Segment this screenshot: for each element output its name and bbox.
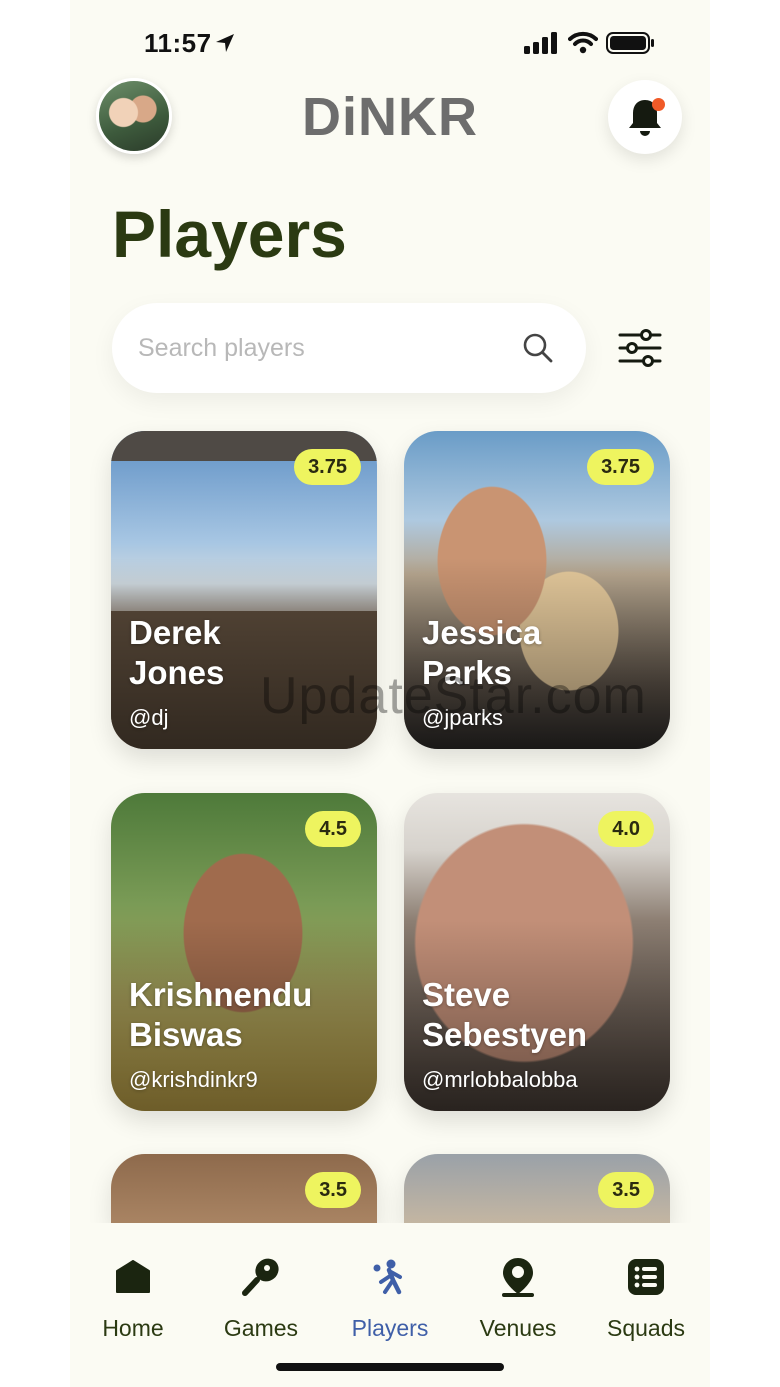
page-title: Players — [112, 197, 347, 271]
home-icon — [78, 1253, 188, 1301]
search-input[interactable] — [138, 325, 518, 371]
status-bar: 11:57 — [70, 0, 710, 80]
rating-badge: 4.5 — [305, 811, 361, 847]
player-card[interactable]: 3.5 — [111, 1154, 377, 1224]
search-icon[interactable] — [522, 332, 554, 369]
player-card[interactable]: 3.5 — [404, 1154, 670, 1224]
cellular-signal-icon — [524, 32, 558, 59]
tab-label: Home — [102, 1315, 164, 1341]
player-icon — [335, 1253, 445, 1301]
player-name: Krishnendu Biswas — [129, 976, 313, 1053]
rating-badge: 3.75 — [587, 449, 654, 485]
paddle-icon — [206, 1253, 316, 1301]
notifications-button[interactable] — [608, 80, 682, 154]
tab-label: Players — [351, 1315, 429, 1341]
player-card[interactable]: 3.75 Derek Jones @dj — [111, 431, 377, 749]
player-name: Derek Jones — [129, 614, 225, 691]
tab-squads[interactable]: Squads — [591, 1253, 701, 1342]
bottom-tab-bar: Home Games Players Venues Squads — [70, 1223, 710, 1387]
tab-games[interactable]: Games — [206, 1253, 316, 1342]
location-arrow-icon — [214, 32, 236, 59]
tab-label: Games — [223, 1315, 299, 1341]
rating-badge: 3.5 — [305, 1172, 361, 1208]
tab-label: Squads — [606, 1315, 685, 1341]
logo-text: DiNKR — [302, 87, 478, 147]
location-pin-icon — [463, 1253, 573, 1301]
player-card[interactable]: 4.0 Steve Sebestyen @mrlobbalobba — [404, 793, 670, 1111]
rating-badge: 3.75 — [294, 449, 361, 485]
player-card[interactable]: 4.5 Krishnendu Biswas @krishdinkr9 — [111, 793, 377, 1111]
tab-venues[interactable]: Venues — [463, 1253, 573, 1342]
tab-label: Venues — [479, 1315, 557, 1341]
search-bar — [112, 303, 586, 393]
tab-home[interactable]: Home — [78, 1253, 188, 1342]
player-name: Jessica Parks — [422, 614, 542, 691]
player-handle: @dj — [129, 705, 169, 730]
player-handle: @mrlobbalobba — [422, 1067, 578, 1092]
player-card[interactable]: 3.75 Jessica Parks @jparks — [404, 431, 670, 749]
player-name: Steve Sebestyen — [422, 976, 588, 1053]
list-icon — [591, 1253, 701, 1301]
wifi-icon — [568, 30, 598, 59]
player-handle: @krishdinkr9 — [129, 1067, 258, 1092]
tab-players[interactable]: Players — [335, 1253, 445, 1342]
rating-badge: 4.0 — [598, 811, 654, 847]
rating-badge: 3.5 — [598, 1172, 654, 1208]
player-handle: @jparks — [422, 705, 504, 730]
phone-screen: 11:57 DiNKR Players Search players 3.75 … — [70, 0, 710, 1387]
notification-dot — [652, 98, 665, 111]
home-indicator[interactable] — [276, 1363, 504, 1371]
battery-icon — [606, 32, 656, 59]
filter-sliders-icon[interactable] — [618, 328, 662, 373]
status-time: 11:57 — [144, 28, 212, 58]
